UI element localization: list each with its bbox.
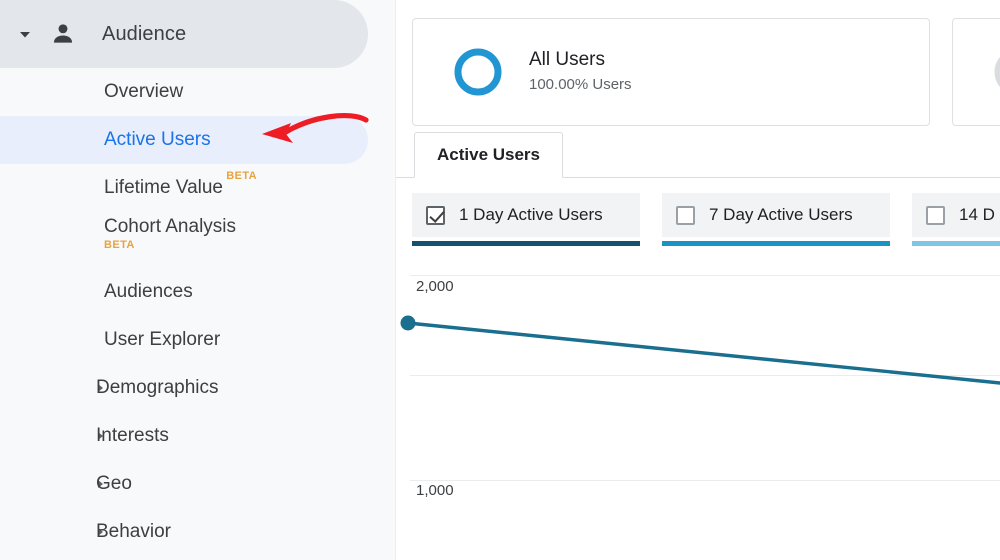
- sidebar-item-geo[interactable]: Geo: [0, 460, 368, 508]
- sidebar-item-label: User Explorer: [104, 329, 221, 350]
- sidebar-item-lifetime-value[interactable]: Lifetime Value BETA: [0, 164, 368, 212]
- sidebar-section-header-audience[interactable]: Audience: [0, 0, 368, 68]
- beta-badge: BETA: [226, 170, 257, 182]
- metric-underline: [912, 241, 1000, 246]
- sidebar-item-audiences[interactable]: Audiences: [0, 268, 368, 316]
- checkbox-checked-icon[interactable]: [426, 205, 445, 225]
- metric-underline: [412, 241, 640, 246]
- sidebar-item-active-users[interactable]: Active Users: [0, 116, 368, 164]
- sidebar-item-label: Audiences: [104, 281, 193, 302]
- segment-name: All Users: [529, 49, 606, 70]
- chart-line-series: [400, 315, 1000, 385]
- sidebar-item-label: Lifetime Value BETA: [104, 170, 257, 199]
- segment-card-secondary[interactable]: [952, 18, 1000, 126]
- sidebar-section-title: Audience: [102, 22, 187, 45]
- sidebar-item-user-explorer[interactable]: User Explorer: [0, 316, 368, 364]
- metric-selector-body[interactable]: 7 Day Active Users: [662, 193, 890, 237]
- metric-underline: [662, 241, 890, 246]
- metric-label: 7 Day Active Users: [709, 205, 853, 224]
- sidebar-item-label: Behavior: [96, 521, 171, 542]
- sidebar-item-cohort-analysis[interactable]: Cohort Analysis BETA: [0, 212, 368, 268]
- metric-selector-7-day[interactable]: 7 Day Active Users: [662, 193, 890, 246]
- sidebar-item-text: Lifetime Value: [104, 177, 223, 198]
- sidebar-item-interests[interactable]: Interests: [0, 412, 368, 460]
- segment-ring-icon: [451, 45, 505, 99]
- sidebar-item-label: Interests: [96, 425, 169, 446]
- sidebar-item-behavior[interactable]: Behavior: [0, 508, 368, 556]
- metric-selector-body[interactable]: 1 Day Active Users: [412, 193, 640, 237]
- segment-percent: 100.00% Users: [529, 76, 632, 93]
- segment-ring-icon: [991, 45, 1000, 99]
- beta-badge: BETA: [104, 239, 135, 251]
- sidebar-item-label: Geo: [96, 473, 132, 494]
- tab-label: Active Users: [437, 145, 541, 164]
- analytics-screen: Audience Overview Active Users Lifetime …: [0, 0, 1000, 560]
- segment-card-text: All Users 100.00% Users: [529, 48, 632, 96]
- sidebar-item-label: Demographics: [96, 377, 219, 398]
- metric-selector-14-day[interactable]: 14 D: [912, 193, 1000, 246]
- segment-cards-row: All Users 100.00% Users: [412, 18, 1000, 126]
- segment-card-all-users[interactable]: All Users 100.00% Users: [412, 18, 930, 126]
- sidebar-nav-list: Overview Active Users Lifetime Value BET…: [0, 68, 395, 556]
- sidebar-item-label: Cohort Analysis BETA: [104, 216, 236, 251]
- checkbox-unchecked-icon[interactable]: [676, 205, 695, 225]
- metric-selector-row: 1 Day Active Users 7 Day Active Users 14…: [412, 193, 1000, 246]
- sidebar-item-demographics[interactable]: Demographics: [0, 364, 368, 412]
- chevron-down-icon: [12, 21, 38, 47]
- sidebar-item-text: Cohort Analysis: [104, 216, 237, 237]
- metric-label: 1 Day Active Users: [459, 205, 603, 224]
- chart-data-point-marker: [400, 315, 416, 331]
- tab-active-users[interactable]: Active Users: [414, 132, 564, 178]
- checkbox-unchecked-icon[interactable]: [926, 205, 945, 225]
- metric-selector-body[interactable]: 14 D: [912, 193, 1000, 237]
- active-users-line-chart[interactable]: 2,000 1,000: [396, 258, 1000, 560]
- metric-selector-1-day[interactable]: 1 Day Active Users: [412, 193, 640, 246]
- main-content-panel: All Users 100.00% Users Active Users 1 D…: [396, 0, 1000, 560]
- sidebar-item-label: Active Users: [104, 129, 211, 150]
- person-icon: [46, 17, 80, 51]
- sidebar-item-label: Overview: [104, 81, 184, 102]
- sidebar-item-overview[interactable]: Overview: [0, 68, 368, 116]
- sidebar-scrollbar-track[interactable]: [371, 0, 383, 560]
- left-nav-sidebar: Audience Overview Active Users Lifetime …: [0, 0, 396, 560]
- metric-label: 14 D: [959, 205, 995, 224]
